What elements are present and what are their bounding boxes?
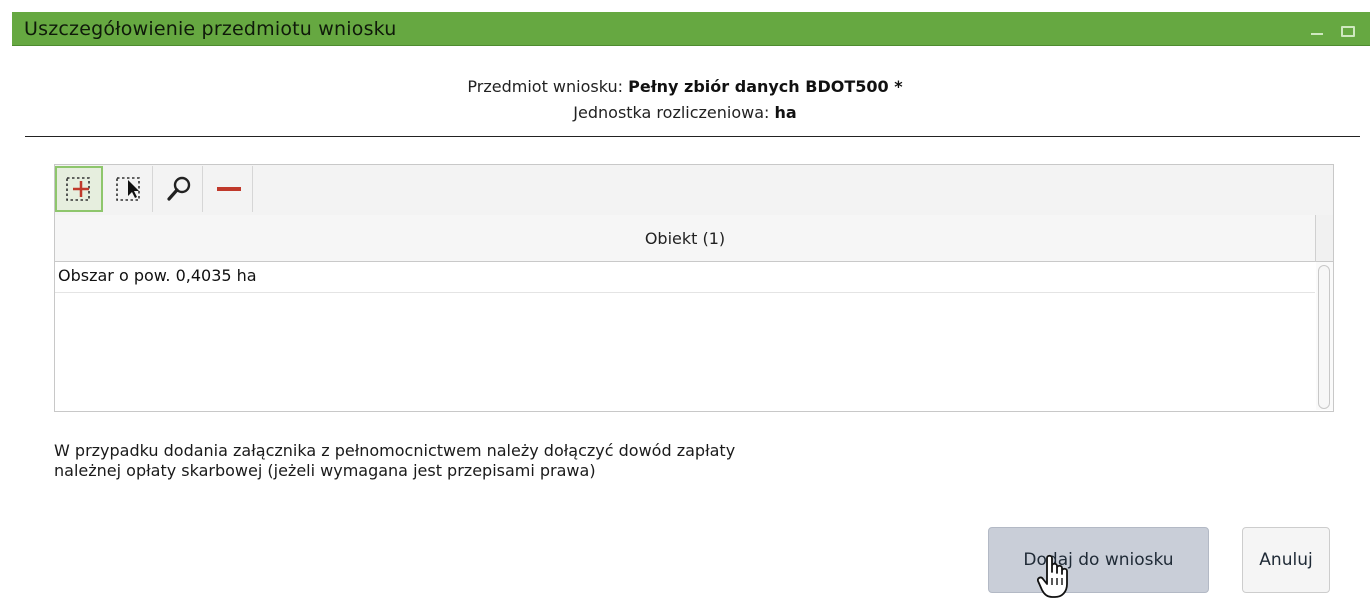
list-item[interactable]: Obszar o pow. 0,4035 ha <box>55 262 1315 293</box>
title-bar: Uszczegółowienie przedmiotu wniosku <box>12 12 1370 46</box>
remove-button[interactable] <box>205 166 253 212</box>
window-title: Uszczegółowienie przedmiotu wniosku <box>24 18 397 40</box>
divider <box>25 136 1360 137</box>
request-info: Przedmiot wniosku: Pełny zbiór danych BD… <box>0 76 1370 128</box>
unit-row: Jednostka rozliczeniowa: ha <box>0 102 1370 128</box>
subject-label: Przedmiot wniosku: <box>467 77 629 96</box>
minimize-icon[interactable] <box>1310 24 1324 36</box>
add-to-request-button[interactable]: Dodaj do wniosku <box>988 527 1209 593</box>
subject-row: Przedmiot wniosku: Pełny zbiór danych BD… <box>0 76 1370 102</box>
power-of-attorney-note: W przypadku dodania załącznika z pełnomo… <box>54 441 954 481</box>
select-object-icon <box>115 177 140 201</box>
cancel-button[interactable]: Anuluj <box>1242 527 1330 593</box>
add-selection-button[interactable] <box>55 166 103 212</box>
maximize-icon[interactable] <box>1340 24 1355 37</box>
remove-icon <box>216 187 241 191</box>
unit-value: ha <box>774 103 797 122</box>
select-object-button[interactable] <box>105 166 153 212</box>
subject-value: Pełny zbiór danych BDOT500 * <box>628 77 903 96</box>
header-corner <box>1315 215 1333 262</box>
object-panel: Obiekt (1) Obszar o pow. 0,4035 ha <box>54 164 1334 412</box>
add-selection-icon <box>66 177 90 201</box>
zoom-icon <box>166 176 190 201</box>
dialog-window: Uszczegółowienie przedmiotu wniosku Prze… <box>0 0 1370 605</box>
unit-label: Jednostka rozliczeniowa: <box>573 103 775 122</box>
scrollbar-thumb[interactable] <box>1318 265 1330 409</box>
object-toolbar <box>55 165 1333 216</box>
zoom-button[interactable] <box>155 166 203 212</box>
column-header-object[interactable]: Obiekt (1) <box>55 215 1315 262</box>
note-line-2: należnej opłaty skarbowej (jeżeli wymaga… <box>54 461 596 480</box>
note-line-1: W przypadku dodania załącznika z pełnomo… <box>54 441 736 460</box>
hand-cursor-icon <box>1037 554 1068 598</box>
object-list: Obszar o pow. 0,4035 ha <box>55 262 1315 410</box>
